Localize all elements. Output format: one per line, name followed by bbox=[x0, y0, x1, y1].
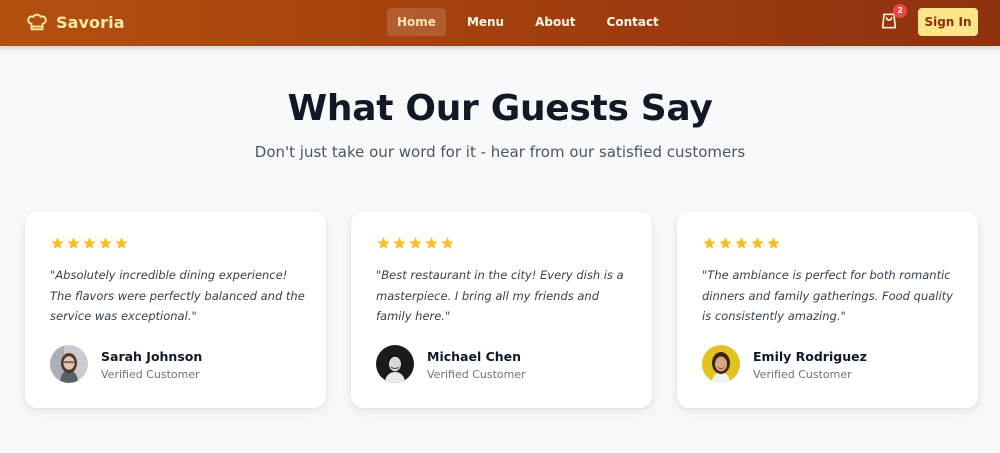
star-icon bbox=[441, 237, 454, 249]
star-rating bbox=[376, 236, 455, 252]
star-icon bbox=[735, 237, 748, 249]
nav-link-contact[interactable]: Contact bbox=[597, 8, 669, 36]
avatar-photo bbox=[702, 345, 740, 383]
main-nav: Home Menu About Contact bbox=[387, 8, 680, 36]
section-subtitle: Don't just take our word for it - hear f… bbox=[254, 143, 746, 161]
star-icon bbox=[409, 237, 422, 249]
avatar bbox=[50, 345, 88, 383]
testimonial-quote: "The ambiance is perfect for both romant… bbox=[702, 268, 953, 323]
star-icon bbox=[99, 237, 112, 249]
testimonial-card: "Absolutely incredible dining experience… bbox=[25, 212, 326, 408]
nav-link-menu[interactable]: Menu bbox=[457, 8, 514, 36]
star-icon bbox=[719, 237, 732, 249]
star-icon bbox=[115, 237, 128, 249]
author-role: Verified Customer bbox=[427, 368, 526, 381]
author-name: Michael Chen bbox=[427, 349, 522, 364]
star-icon bbox=[751, 237, 764, 249]
cart-button[interactable]: 2 bbox=[879, 4, 907, 33]
star-icon bbox=[51, 237, 64, 249]
nav-link-about[interactable]: About bbox=[525, 8, 585, 36]
author-role: Verified Customer bbox=[753, 368, 852, 381]
avatar-photo bbox=[50, 345, 88, 383]
star-rating bbox=[50, 236, 129, 252]
star-icon bbox=[377, 237, 390, 249]
brand-name: Savoria bbox=[56, 12, 125, 32]
star-icon bbox=[703, 237, 716, 249]
author-role: Verified Customer bbox=[101, 368, 200, 381]
star-icon bbox=[767, 237, 780, 249]
star-rating bbox=[702, 236, 781, 252]
testimonial-card: "Best restaurant in the city! Every dish… bbox=[351, 212, 652, 408]
section-title: What Our Guests Say bbox=[287, 88, 713, 129]
star-icon bbox=[67, 237, 80, 249]
testimonial-quote: "Best restaurant in the city! Every dish… bbox=[376, 268, 624, 323]
star-icon bbox=[393, 237, 406, 249]
author-name: Sarah Johnson bbox=[101, 349, 203, 364]
cart-count-badge: 2 bbox=[893, 4, 907, 18]
chef-hat-icon bbox=[27, 13, 47, 31]
avatar bbox=[376, 345, 414, 383]
nav-link-home[interactable]: Home bbox=[387, 8, 446, 36]
navbar: Savoria Home Menu About Contact 2 Sign I… bbox=[0, 0, 1000, 46]
avatar-photo bbox=[376, 345, 414, 383]
star-icon bbox=[83, 237, 96, 249]
avatar bbox=[702, 345, 740, 383]
sign-in-button[interactable]: Sign In bbox=[918, 8, 978, 36]
testimonial-quote: "Absolutely incredible dining experience… bbox=[50, 268, 305, 323]
testimonial-card: "The ambiance is perfect for both romant… bbox=[677, 212, 978, 408]
brand-logo[interactable]: Savoria bbox=[26, 10, 125, 34]
author-name: Emily Rodriguez bbox=[753, 349, 867, 364]
star-icon bbox=[425, 237, 438, 249]
